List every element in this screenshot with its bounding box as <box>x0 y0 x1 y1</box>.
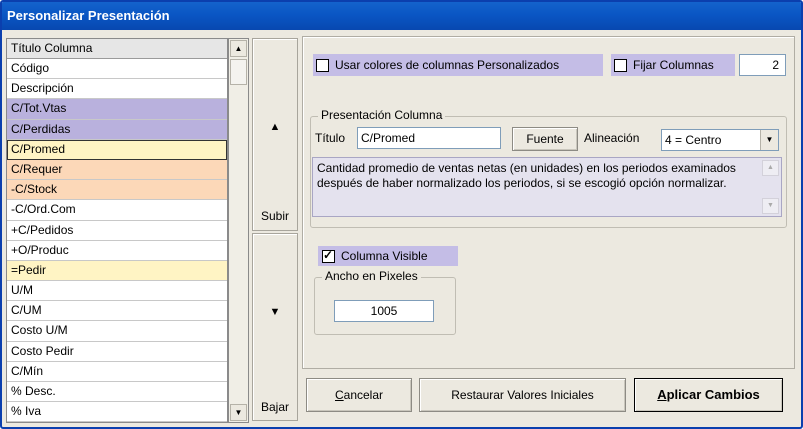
list-item[interactable]: +C/Pedidos <box>7 221 227 241</box>
font-button[interactable]: Fuente <box>512 127 578 151</box>
title-input[interactable]: C/Promed <box>357 127 501 149</box>
move-down-button[interactable]: ▼ Bajar <box>252 233 298 421</box>
fix-columns-option[interactable]: Fijar Columnas <box>611 54 735 76</box>
column-visible-option[interactable]: Columna Visible <box>318 246 458 266</box>
title-label: Título <box>315 131 346 145</box>
custom-colors-label: Usar colores de columnas Personalizados <box>335 58 560 72</box>
restore-defaults-button[interactable]: Restaurar Valores Iniciales <box>419 378 626 412</box>
column-visible-label: Columna Visible <box>341 249 428 263</box>
width-pixels-input[interactable]: 1005 <box>334 300 434 322</box>
list-item[interactable]: C/Mín <box>7 362 227 382</box>
apply-changes-label: Aplicar Cambios <box>657 387 760 402</box>
list-item[interactable]: Código <box>7 59 227 80</box>
list-item[interactable]: C/Tot.Vtas <box>7 99 227 120</box>
move-up-label: Subir <box>260 209 289 223</box>
list-item[interactable]: C/Perdidas <box>7 119 227 140</box>
list-item[interactable]: C/UM <box>7 301 227 322</box>
fix-columns-label: Fijar Columnas <box>633 58 714 72</box>
list-item[interactable]: Costo Pedir <box>7 342 227 362</box>
alignment-label: Alineación <box>584 131 640 145</box>
list-item[interactable]: Costo U/M <box>7 321 227 342</box>
width-group-legend: Ancho en Pixeles <box>322 269 421 283</box>
scroll-up-arrow-icon[interactable]: ▲ <box>230 40 247 57</box>
window-title: Personalizar Presentación <box>2 2 801 30</box>
description-scroll-up-icon[interactable]: ▲ <box>762 160 779 176</box>
alignment-select[interactable]: 4 = Centro ▼ <box>661 129 779 151</box>
list-item[interactable]: C/Requer <box>7 159 227 181</box>
column-list[interactable]: Título Columna Código Descripción C/Tot.Vt… <box>6 38 228 423</box>
column-list-scrollbar[interactable]: ▲ ▼ <box>228 38 249 423</box>
fix-columns-input[interactable]: 2 <box>739 54 786 76</box>
column-description: Cantidad promedio de ventas netas (en un… <box>312 157 782 217</box>
column-list-rows: Código Descripción C/Tot.Vtas C/Perdidas C/P… <box>7 59 227 422</box>
move-down-label: Bajar <box>260 400 289 414</box>
description-scrollbar[interactable]: ▲ ▼ <box>762 160 779 214</box>
presentation-group-legend: Presentación Columna <box>318 108 446 122</box>
column-visible-checkbox[interactable] <box>322 248 335 264</box>
list-item[interactable]: % Desc. <box>7 382 227 403</box>
list-item[interactable]: +O/Produc <box>7 241 227 261</box>
custom-colors-checkbox[interactable] <box>316 59 329 73</box>
apply-changes-button[interactable]: Aplicar Cambios <box>634 378 783 412</box>
column-description-text: Cantidad promedio de ventas netas (en un… <box>317 161 736 190</box>
list-item[interactable]: Descripción <box>7 79 227 100</box>
cancel-button-label: Cancelar <box>334 388 384 402</box>
up-triangle-icon: ▲ <box>269 121 281 133</box>
list-item[interactable]: =Pedir <box>7 260 227 282</box>
alignment-value: 4 = Centro <box>665 133 722 147</box>
list-item[interactable]: C/Promed <box>7 139 227 160</box>
custom-colors-option[interactable]: Usar colores de columnas Personalizados <box>313 54 603 76</box>
chevron-down-icon[interactable]: ▼ <box>760 130 778 150</box>
list-item[interactable]: % Iva <box>7 402 227 422</box>
scroll-down-arrow-icon[interactable]: ▼ <box>230 404 247 421</box>
down-triangle-icon: ▼ <box>269 306 281 318</box>
fix-columns-checkbox[interactable] <box>614 59 627 73</box>
list-item[interactable]: -C/Ord.Com <box>7 200 227 221</box>
list-item[interactable]: U/M <box>7 281 227 302</box>
description-scroll-down-icon[interactable]: ▼ <box>762 198 779 214</box>
column-list-header[interactable]: Título Columna <box>7 39 227 59</box>
list-item[interactable]: -C/Stock <box>7 180 227 201</box>
scroll-thumb[interactable] <box>230 59 247 85</box>
move-up-button[interactable]: ▲ Subir <box>252 38 298 231</box>
cancel-button[interactable]: Cancelar <box>306 378 412 412</box>
